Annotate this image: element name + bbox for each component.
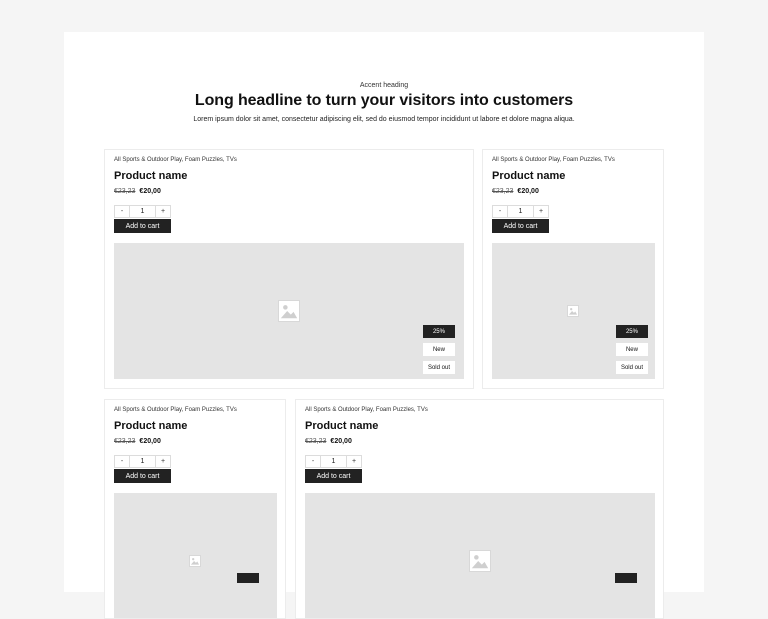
product-card[interactable]: All Sports & Outdoor Play, Foam Puzzles,… [104,399,286,619]
image-placeholder-icon [189,555,201,567]
product-card[interactable]: All Sports & Outdoor Play, Foam Puzzles,… [482,149,664,389]
original-price: €23,23 [492,188,514,195]
new-badge: New [615,343,648,356]
quantity-decrease-button[interactable]: - [115,206,129,217]
add-to-cart-button[interactable]: Add to cart [114,219,171,233]
original-price: €23,23 [305,438,327,445]
original-price: €23,23 [114,438,136,445]
product-badges: 25% New Sold out [615,325,648,374]
quantity-input[interactable]: 1 [129,206,156,217]
quantity-stepper[interactable]: - 1 + [305,455,362,468]
add-to-cart-button[interactable]: Add to cart [492,219,549,233]
product-price: €23,23 €20,00 [305,438,352,445]
product-price: €23,23 €20,00 [114,188,161,195]
product-image[interactable]: 25% New Sold out [492,243,655,379]
quantity-decrease-button[interactable]: - [493,206,507,217]
quantity-decrease-button[interactable]: - [115,456,129,467]
quantity-input[interactable]: 1 [320,456,347,467]
sale-price: €20,00 [330,438,352,445]
sale-price: €20,00 [517,188,539,195]
discount-badge: 25% [615,325,648,338]
add-to-cart-button[interactable]: Add to cart [114,469,171,483]
product-card[interactable]: All Sports & Outdoor Play, Foam Puzzles,… [104,149,474,389]
product-categories[interactable]: All Sports & Outdoor Play, Foam Puzzles,… [305,407,428,413]
product-image[interactable]: 25% New Sold out [114,243,464,379]
product-categories[interactable]: All Sports & Outdoor Play, Foam Puzzles,… [114,407,237,413]
product-categories[interactable]: All Sports & Outdoor Play, Foam Puzzles,… [492,157,615,163]
quantity-increase-button[interactable]: + [156,456,170,467]
product-name[interactable]: Product name [305,420,378,432]
original-price: €23,23 [114,188,136,195]
product-image[interactable] [305,493,655,618]
product-badges: 25% New Sold out [422,325,455,374]
quantity-stepper[interactable]: - 1 + [492,205,549,218]
accent-heading: Accent heading [359,82,409,89]
image-placeholder-icon [278,300,300,322]
product-name[interactable]: Product name [492,170,565,182]
image-placeholder-icon [567,305,579,317]
image-placeholder-icon [469,550,491,572]
discount-badge [237,573,259,583]
product-categories[interactable]: All Sports & Outdoor Play, Foam Puzzles,… [114,157,237,163]
product-price: €23,23 €20,00 [114,438,161,445]
quantity-stepper[interactable]: - 1 + [114,455,171,468]
discount-badge: 25% [422,325,455,338]
sold-out-badge: Sold out [422,361,455,374]
page-content: Accent heading Long headline to turn you… [64,32,704,619]
product-card[interactable]: All Sports & Outdoor Play, Foam Puzzles,… [295,399,664,619]
quantity-increase-button[interactable]: + [156,206,170,217]
quantity-input[interactable]: 1 [507,206,534,217]
sale-price: €20,00 [139,188,161,195]
quantity-stepper[interactable]: - 1 + [114,205,171,218]
quantity-input[interactable]: 1 [129,456,156,467]
discount-badge [615,573,637,583]
quantity-increase-button[interactable]: + [534,206,548,217]
quantity-increase-button[interactable]: + [347,456,361,467]
page-headline: Long headline to turn your visitors into… [194,92,574,109]
sold-out-badge: Sold out [615,361,648,374]
sale-price: €20,00 [139,438,161,445]
quantity-decrease-button[interactable]: - [306,456,320,467]
new-badge: New [422,343,455,356]
add-to-cart-button[interactable]: Add to cart [305,469,362,483]
product-name[interactable]: Product name [114,170,187,182]
product-name[interactable]: Product name [114,420,187,432]
product-price: €23,23 €20,00 [492,188,539,195]
product-image[interactable] [114,493,277,618]
hero-lead-text: Lorem ipsum dolor sit amet, consectetur … [193,116,575,123]
